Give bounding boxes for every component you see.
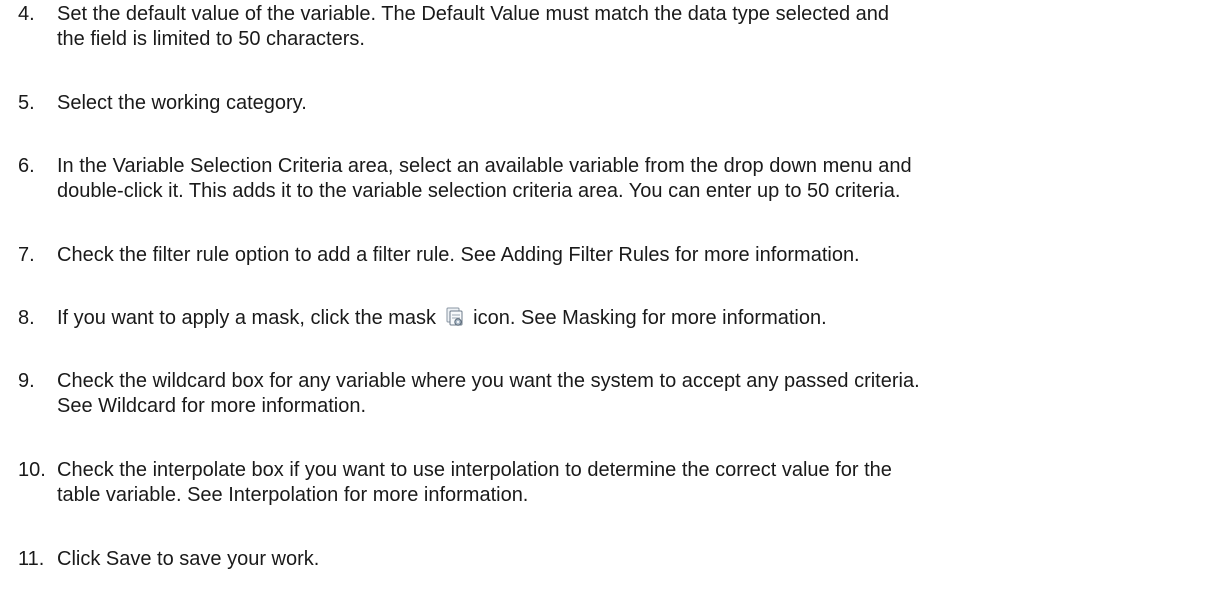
step-number: 8. [18, 307, 35, 329]
step-text: Select the working category. [57, 91, 1207, 116]
step-text-before-icon: If you want to apply a mask, click the m… [57, 307, 437, 329]
step-line: Check the interpolate box if you want to… [57, 459, 892, 481]
step-line: double-click it. This adds it to the var… [57, 180, 901, 202]
step-line: Set the default value of the variable. T… [57, 3, 890, 25]
step-line: Check the filter rule option to add a fi… [57, 244, 860, 266]
step-number: 6. [18, 155, 35, 177]
step-line: See Wildcard for more information. [57, 395, 367, 417]
step-line: table variable. See Interpolation for mo… [57, 484, 529, 506]
step-text: Set the default value of the variable. T… [57, 2, 1207, 52]
step-line: the field is limited to 50 characters. [57, 28, 365, 50]
step-text-after-icon: icon. See Masking for more information. [473, 307, 827, 329]
step-line: If you want to apply a mask, click the m… [57, 306, 1207, 331]
step-number: 7. [18, 244, 35, 266]
step-number: 4. [18, 3, 35, 25]
step-number: 11. [18, 548, 45, 570]
step-text: In the Variable Selection Criteria area,… [57, 154, 1207, 204]
step-text: Click Save to save your work. [57, 547, 1207, 572]
step-number: 5. [18, 92, 35, 114]
step-line: Check the wildcard box for any variable … [57, 370, 920, 392]
step-line: Select the working category. [57, 92, 307, 114]
step-text: If you want to apply a mask, click the m… [57, 306, 1207, 331]
step-line: Click Save to save your work. [57, 548, 320, 570]
step-text: Check the wildcard box for any variable … [57, 369, 1207, 419]
step-text: Check the filter rule option to add a fi… [57, 243, 1207, 268]
step-line: In the Variable Selection Criteria area,… [57, 155, 912, 177]
mask-icon [444, 306, 466, 328]
step-text: Check the interpolate box if you want to… [57, 458, 1207, 508]
step-number: 10. [18, 459, 46, 481]
step-number: 9. [18, 370, 35, 392]
